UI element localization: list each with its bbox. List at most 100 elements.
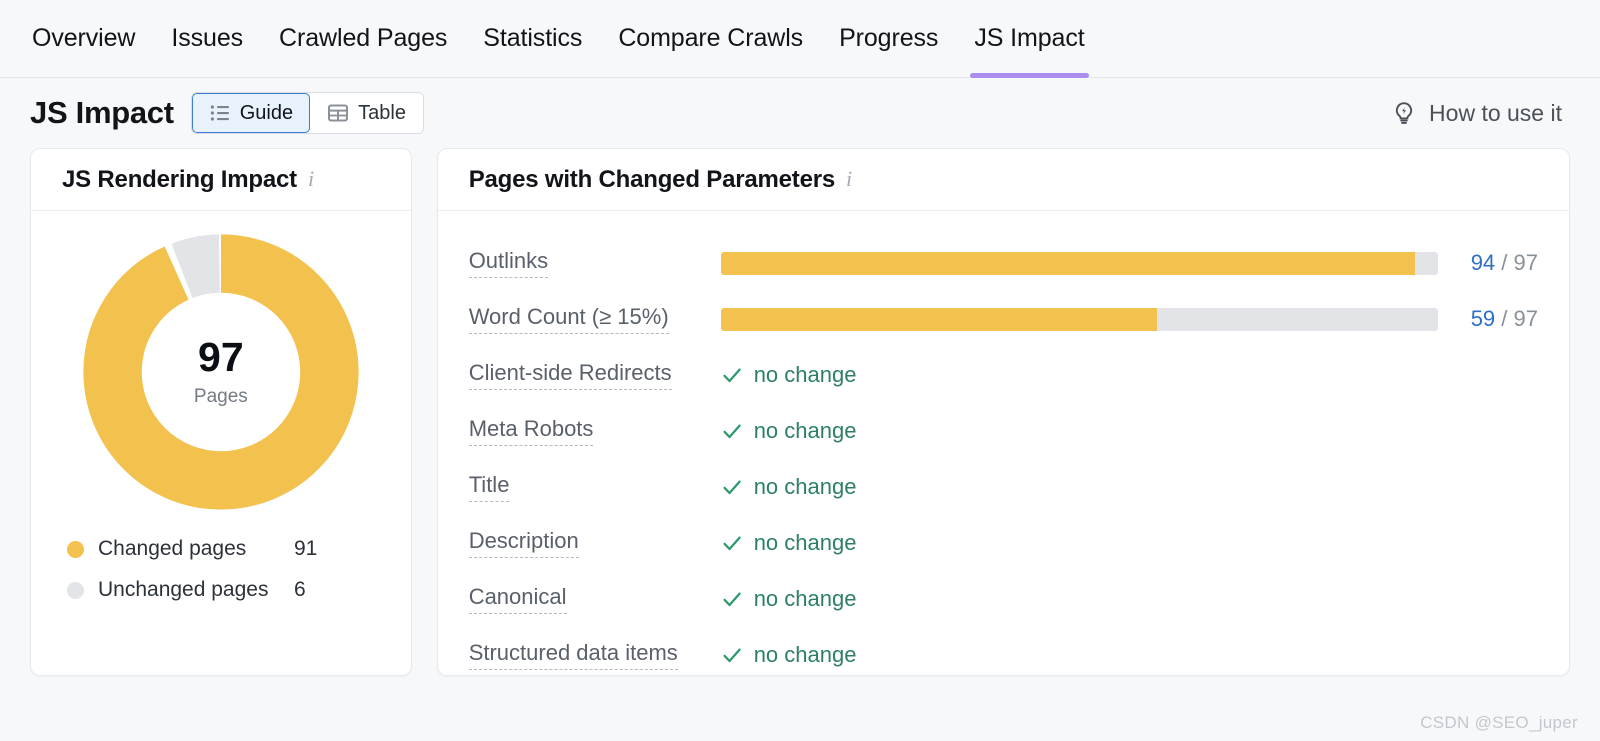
- changed-parameters-card: Pages with Changed Parameters i Outlinks…: [436, 148, 1570, 676]
- tab-progress[interactable]: Progress: [821, 24, 956, 77]
- parameter-label[interactable]: Description: [468, 528, 579, 558]
- tab-label: JS Impact: [974, 24, 1085, 52]
- progress-bar-track: [720, 251, 1438, 275]
- view-toggle-guide[interactable]: Guide: [191, 93, 311, 133]
- view-mode-toggle[interactable]: Guide Table: [190, 92, 424, 134]
- tab-list: Overview Issues Crawled Pages Statistics Com…: [30, 24, 1103, 78]
- table-icon: [327, 102, 349, 124]
- parameter-value-cell: no change: [721, 586, 1538, 612]
- tab-label: Statistics: [483, 24, 583, 52]
- parameter-count-separator: /: [1495, 250, 1514, 275]
- dashboard-cards: JS Rendering Impact i 97 Pages Changed p…: [0, 148, 1600, 676]
- legend-value: 6: [294, 578, 306, 601]
- how-to-use-it-link[interactable]: How to use it: [1391, 100, 1562, 127]
- tab-label: Progress: [839, 24, 939, 52]
- info-icon[interactable]: i: [308, 167, 314, 192]
- legend-label: Changed pages: [98, 537, 247, 560]
- parameter-count-value[interactable]: 59: [1471, 306, 1495, 331]
- parameter-label[interactable]: Canonical: [468, 584, 567, 614]
- tab-issues[interactable]: Issues: [153, 24, 261, 77]
- parameter-label-cell: Structured data items: [468, 640, 721, 670]
- donut-legend: Changed pages 91 Unchanged pages 6: [31, 511, 411, 619]
- tab-statistics[interactable]: Statistics: [465, 24, 600, 77]
- how-to-use-it-label: How to use it: [1429, 99, 1562, 126]
- parameter-count-total: 97: [1513, 306, 1538, 331]
- donut-chart: 97 Pages: [82, 233, 360, 511]
- no-change-label: no change: [753, 586, 857, 611]
- parameter-count-total: 97: [1513, 250, 1538, 275]
- parameter-value-cell: 59 / 97: [720, 306, 1538, 332]
- no-change-status: no change: [721, 474, 857, 500]
- check-icon: [721, 476, 743, 498]
- parameter-row: Description no change: [438, 515, 1569, 571]
- parameter-label[interactable]: Meta Robots: [468, 416, 594, 446]
- tab-js-impact[interactable]: JS Impact: [956, 24, 1102, 78]
- no-change-label: no change: [753, 474, 857, 499]
- progress-bar-track: [720, 307, 1438, 331]
- parameter-row: Outlinks 94 / 97: [438, 235, 1569, 291]
- parameter-label[interactable]: Client-side Redirects: [468, 360, 672, 390]
- page-header: JS Impact Guide Table How to use it: [0, 78, 1600, 148]
- donut-segment-changed: [83, 234, 359, 510]
- legend-color-swatch: [67, 540, 84, 558]
- parameter-label[interactable]: Structured data items: [468, 640, 678, 670]
- donut-chart-svg: [83, 234, 359, 510]
- parameter-row: Canonical no change: [438, 571, 1569, 627]
- tab-label: Overview: [32, 24, 136, 52]
- list-icon: [209, 102, 231, 124]
- legend-value: 91: [294, 537, 318, 560]
- main-tab-bar: Overview Issues Crawled Pages Statistics Com…: [0, 0, 1600, 78]
- no-change-status: no change: [721, 418, 857, 444]
- no-change-label: no change: [753, 530, 857, 555]
- parameter-label[interactable]: Word Count (≥ 15%): [468, 304, 669, 334]
- legend-item: Unchanged pages 6: [67, 578, 411, 602]
- tab-overview[interactable]: Overview: [30, 24, 153, 77]
- tab-crawled-pages[interactable]: Crawled Pages: [261, 24, 465, 77]
- no-change-status: no change: [721, 530, 857, 556]
- no-change-label: no change: [753, 642, 857, 667]
- legend-label: Unchanged pages: [98, 578, 269, 601]
- parameter-label[interactable]: Outlinks: [468, 248, 549, 278]
- lightbulb-icon: [1391, 100, 1417, 126]
- changed-parameters-list: Outlinks 94 / 97 Word Count (≥ 15%) 59 / 97…: [438, 211, 1569, 683]
- parameter-value-cell: no change: [721, 418, 1538, 444]
- no-change-label: no change: [753, 418, 857, 443]
- js-rendering-impact-title: JS Rendering Impact: [62, 165, 297, 193]
- legend-color-swatch: [67, 581, 84, 599]
- view-toggle-table[interactable]: Table: [310, 93, 423, 133]
- check-icon: [721, 644, 743, 666]
- parameter-label-cell: Meta Robots: [468, 416, 721, 446]
- parameter-row: Structured data items no change: [438, 627, 1569, 683]
- page-title: JS Impact: [30, 95, 174, 130]
- parameter-label-cell: Description: [468, 528, 721, 558]
- no-change-label: no change: [753, 362, 857, 387]
- parameter-value-cell: 94 / 97: [720, 250, 1538, 276]
- parameter-count-value[interactable]: 94: [1471, 250, 1495, 275]
- parameter-count: 94 / 97: [1471, 250, 1538, 276]
- watermark: CSDN @SEO_juper: [1420, 713, 1578, 732]
- js-rendering-impact-header: JS Rendering Impact i: [31, 149, 411, 211]
- info-icon[interactable]: i: [846, 167, 852, 192]
- parameter-value-cell: no change: [721, 474, 1538, 500]
- legend-item: Changed pages 91: [67, 537, 411, 561]
- tab-compare-crawls[interactable]: Compare Crawls: [600, 24, 821, 77]
- progress-bar-fill: [720, 307, 1157, 331]
- view-toggle-table-label: Table: [358, 101, 406, 124]
- parameter-value-cell: no change: [721, 530, 1538, 556]
- parameter-count: 59 / 97: [1471, 306, 1538, 332]
- check-icon: [721, 364, 743, 386]
- no-change-status: no change: [721, 642, 857, 668]
- parameter-row: Meta Robots no change: [438, 403, 1569, 459]
- parameter-row: Client-side Redirects no change: [438, 347, 1569, 403]
- tab-label: Crawled Pages: [279, 24, 448, 52]
- parameter-label[interactable]: Title: [468, 472, 510, 502]
- parameter-label-cell: Title: [468, 472, 721, 502]
- parameter-row: Title no change: [438, 459, 1569, 515]
- tab-label: Compare Crawls: [618, 24, 804, 52]
- parameter-label-cell: Word Count (≥ 15%): [468, 304, 721, 334]
- changed-parameters-title: Pages with Changed Parameters: [468, 165, 836, 193]
- changed-parameters-header: Pages with Changed Parameters i: [437, 149, 1569, 211]
- parameter-label-cell: Outlinks: [468, 248, 721, 278]
- check-icon: [721, 532, 743, 554]
- check-icon: [721, 588, 743, 610]
